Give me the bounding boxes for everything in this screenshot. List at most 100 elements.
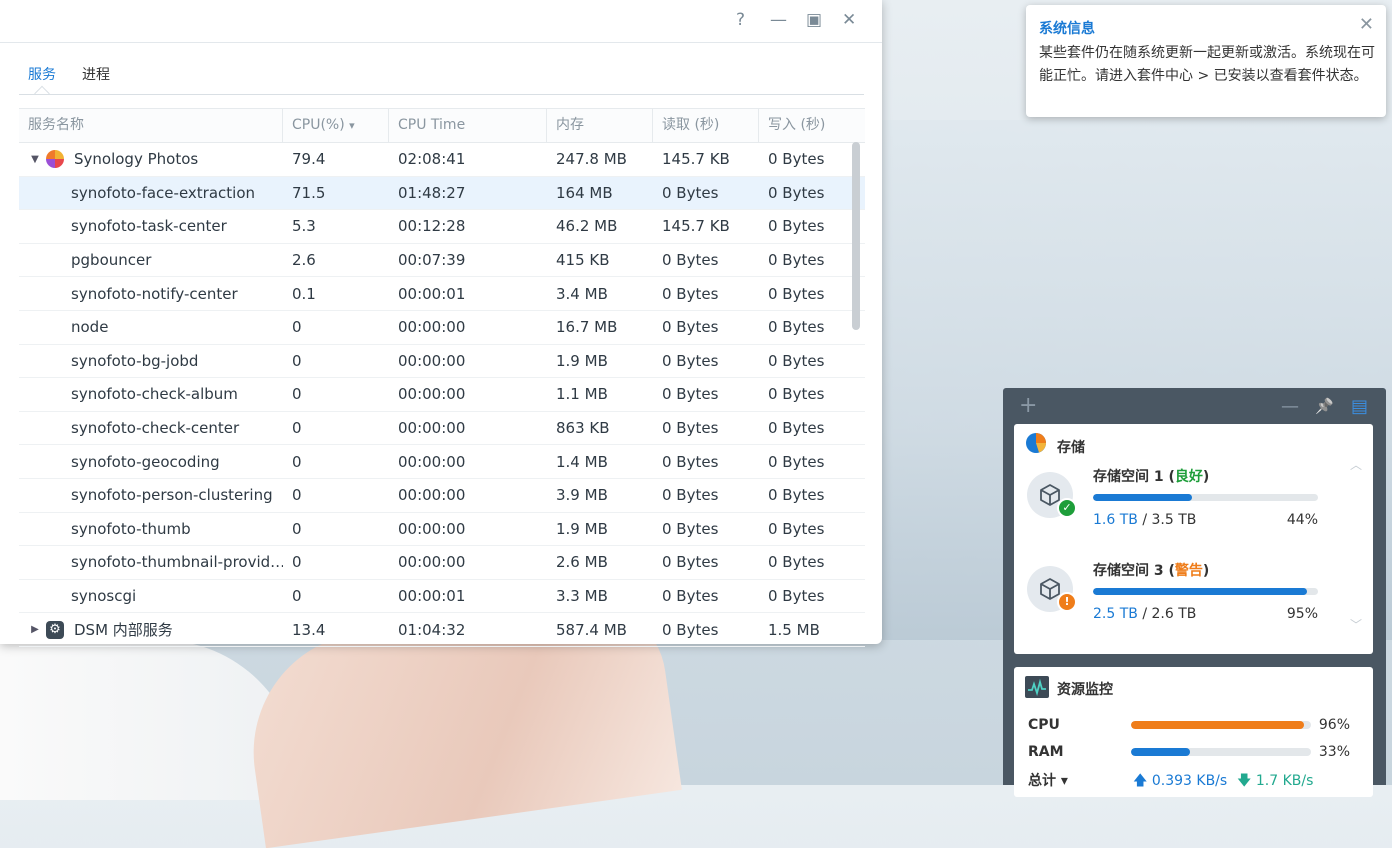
widget-minimize-icon[interactable]: — bbox=[1281, 396, 1299, 417]
cpu-cell: 0 bbox=[292, 419, 302, 438]
widget-panel: + — 📌 ▤ 存储 ︿ ﹀ ✓ 存储空间 1 (良好) 1.6 TB / 3.… bbox=[1003, 388, 1386, 797]
maximize-icon[interactable]: ▣ bbox=[806, 10, 822, 30]
network-total-dropdown[interactable]: 总计 ▾ bbox=[1028, 770, 1068, 790]
tabs-divider bbox=[19, 94, 864, 95]
memory-cell: 1.9 MB bbox=[556, 351, 608, 370]
service-name-cell: pgbouncer bbox=[19, 251, 283, 269]
write-cell: 0 Bytes bbox=[768, 486, 825, 505]
system-notification: 系统信息 ✕ 某些套件仍在随系统更新一起更新或激活。系统现在可能正忙。请进入套件… bbox=[1026, 5, 1386, 117]
table-row[interactable]: synofoto-person-clustering 0 00:00:00 3.9 M… bbox=[19, 479, 865, 513]
read-cell: 0 Bytes bbox=[662, 251, 719, 270]
read-cell: 0 Bytes bbox=[662, 318, 719, 337]
column-header-memory[interactable]: 内存 bbox=[547, 109, 653, 142]
volume-usage-text: 1.6 TB / 3.5 TB bbox=[1093, 512, 1196, 528]
read-cell: 0 Bytes bbox=[662, 587, 719, 606]
volume-total: 3.5 TB bbox=[1151, 512, 1197, 528]
column-header-read[interactable]: 读取 (秒) bbox=[653, 109, 759, 142]
table-row[interactable]: synofoto-task-center 5.3 00:12:28 46.2 MB 14… bbox=[19, 210, 865, 244]
service-name-cell: synofoto-thumbnail-provid… bbox=[19, 553, 283, 571]
service-name: node bbox=[71, 318, 109, 337]
cpu-cell: 13.4 bbox=[292, 620, 326, 639]
write-cell: 0 Bytes bbox=[768, 519, 825, 538]
table-row[interactable]: synofoto-notify-center 0.1 00:00:01 3.4 MB 0… bbox=[19, 277, 865, 311]
widget-layout-icon[interactable]: ▤ bbox=[1351, 396, 1368, 417]
collapse-arrow-icon[interactable]: ▼ bbox=[28, 154, 42, 165]
ram-label: RAM bbox=[1028, 744, 1064, 760]
table-row[interactable]: synofoto-thumb 0 00:00:00 1.9 MB 0 Bytes 0 By… bbox=[19, 513, 865, 547]
table-row[interactable]: synofoto-check-album 0 00:00:00 1.1 MB 0 Byt… bbox=[19, 378, 865, 412]
service-name-cell: ▶ ⚙ DSM 内部服务 bbox=[19, 619, 283, 640]
table-row[interactable]: synofoto-thumbnail-provid… 0 00:00:00 2.6 M… bbox=[19, 546, 865, 580]
memory-cell: 1.9 MB bbox=[556, 519, 608, 538]
volume-percent: 44% bbox=[1286, 512, 1318, 528]
ram-percent: 33% bbox=[1318, 744, 1350, 760]
table-row[interactable]: synofoto-bg-jobd 0 00:00:00 1.9 MB 0 Bytes 0 … bbox=[19, 345, 865, 379]
close-icon[interactable]: ✕ bbox=[842, 10, 856, 30]
column-header-cpu[interactable]: CPU(%) ▾ bbox=[283, 109, 389, 142]
download-value: 1.7 KB/s bbox=[1255, 773, 1314, 789]
read-cell: 0 Bytes bbox=[662, 452, 719, 471]
cpu-time-cell: 01:48:27 bbox=[398, 183, 466, 202]
cpu-cell: 0 bbox=[292, 486, 302, 505]
pin-icon[interactable]: 📌 bbox=[1315, 397, 1334, 415]
volume-percent: 95% bbox=[1286, 606, 1318, 622]
table-row[interactable]: synoscgi 0 00:00:01 3.3 MB 0 Bytes 0 Bytes bbox=[19, 580, 865, 614]
write-cell: 0 Bytes bbox=[768, 553, 825, 572]
resource-monitor-window: ? — ▣ ✕ 服务 进程 服务名称 CPU(%) ▾ CPU Time 内存 … bbox=[0, 0, 882, 647]
cpu-time-cell: 00:00:00 bbox=[398, 351, 466, 370]
cpu-cell: 0 bbox=[292, 452, 302, 471]
write-cell: 0 Bytes bbox=[768, 452, 825, 471]
table-row[interactable]: pgbouncer 2.6 00:07:39 415 KB 0 Bytes 0 Bytes bbox=[19, 244, 865, 278]
column-header-write[interactable]: 写入 (秒) bbox=[759, 109, 865, 142]
cpu-usage-bar bbox=[1131, 721, 1311, 729]
cpu-label: CPU bbox=[1028, 717, 1060, 733]
service-name: synofoto-thumb bbox=[71, 519, 191, 538]
service-name-cell: synofoto-task-center bbox=[19, 217, 283, 235]
column-header-cpu-time[interactable]: CPU Time bbox=[389, 109, 547, 142]
tab-services[interactable]: 服务 bbox=[28, 64, 56, 84]
storage-pie-icon bbox=[1026, 433, 1046, 453]
write-cell: 1.5 MB bbox=[768, 620, 820, 639]
write-cell: 0 Bytes bbox=[768, 183, 825, 202]
scroll-up-icon[interactable]: ︿ bbox=[1350, 456, 1362, 473]
read-cell: 145.7 KB bbox=[662, 150, 730, 169]
cpu-cell: 71.5 bbox=[292, 183, 326, 202]
cpu-cell: 0 bbox=[292, 351, 302, 370]
memory-cell: 247.8 MB bbox=[556, 150, 627, 169]
table-group-row[interactable]: ▶ ⚙ DSM 内部服务 13.4 01:04:32 587.4 MB 0 Bytes 1.5… bbox=[19, 613, 865, 647]
add-widget-icon[interactable]: + bbox=[1019, 393, 1037, 418]
column-header-name[interactable]: 服务名称 bbox=[19, 109, 283, 142]
scroll-down-icon[interactable]: ﹀ bbox=[1350, 616, 1362, 633]
tab-processes[interactable]: 进程 bbox=[82, 64, 110, 84]
table-row[interactable]: synofoto-geocoding 0 00:00:00 1.4 MB 0 Bytes… bbox=[19, 445, 865, 479]
table-row[interactable]: synofoto-check-center 0 00:00:00 863 KB 0 By… bbox=[19, 412, 865, 446]
column-header-cpu-label: CPU(%) bbox=[292, 117, 345, 133]
notification-close-icon[interactable]: ✕ bbox=[1359, 14, 1374, 35]
memory-cell: 863 KB bbox=[556, 419, 610, 438]
write-cell: 0 Bytes bbox=[768, 284, 825, 303]
cpu-time-cell: 00:00:00 bbox=[398, 318, 466, 337]
volume-name-prefix: 存储空间 1 ( bbox=[1093, 469, 1175, 485]
service-name-cell: synoscgi bbox=[19, 587, 283, 605]
table-row[interactable]: node 0 00:00:00 16.7 MB 0 Bytes 0 Bytes bbox=[19, 311, 865, 345]
cpu-time-cell: 00:12:28 bbox=[398, 217, 466, 236]
service-name: synofoto-check-center bbox=[71, 419, 240, 438]
table-scrollbar[interactable] bbox=[852, 142, 860, 330]
read-cell: 0 Bytes bbox=[662, 284, 719, 303]
download-rate: 🡇 1.7 KB/s bbox=[1237, 770, 1313, 794]
memory-cell: 3.9 MB bbox=[556, 486, 608, 505]
read-cell: 0 Bytes bbox=[662, 419, 719, 438]
cpu-cell: 2.6 bbox=[292, 251, 316, 270]
table-row[interactable]: synofoto-face-extraction 71.5 01:48:27 164 … bbox=[19, 176, 865, 211]
upload-rate: 🡅 0.393 KB/s bbox=[1133, 770, 1227, 794]
minimize-icon[interactable]: — bbox=[770, 10, 787, 30]
read-cell: 145.7 KB bbox=[662, 217, 730, 236]
volume-status: 警告 bbox=[1174, 563, 1203, 579]
table-group-row[interactable]: ▼ Synology Photos 79.4 02:08:41 247.8 MB 145.… bbox=[19, 143, 865, 177]
write-cell: 0 Bytes bbox=[768, 217, 825, 236]
help-icon[interactable]: ? bbox=[736, 10, 745, 30]
memory-cell: 16.7 MB bbox=[556, 318, 618, 337]
service-name-cell: synofoto-check-center bbox=[19, 419, 283, 437]
expand-arrow-icon[interactable]: ▶ bbox=[28, 624, 42, 635]
memory-cell: 3.3 MB bbox=[556, 587, 608, 606]
